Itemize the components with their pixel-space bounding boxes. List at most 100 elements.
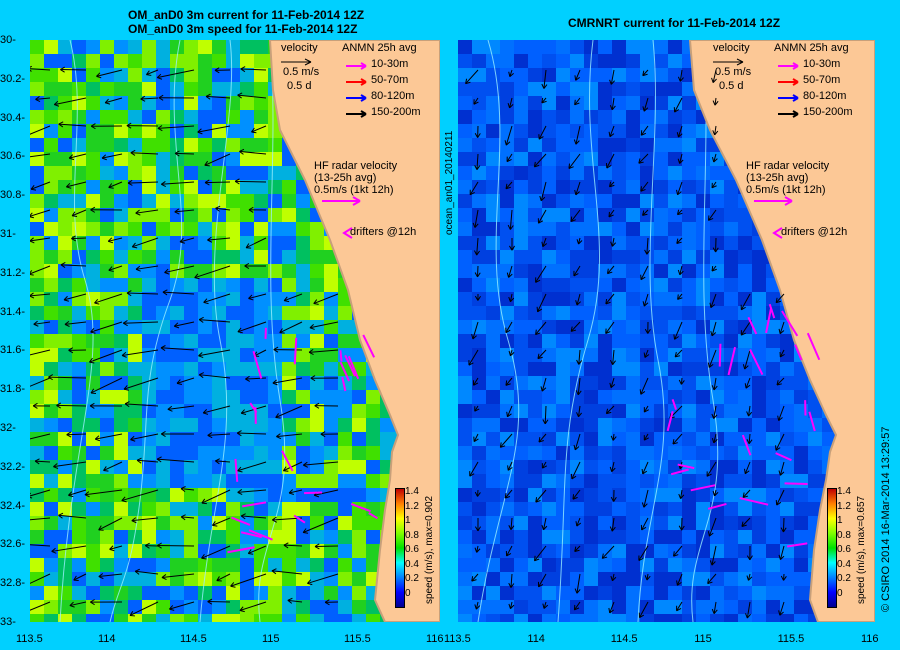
speed-cell: [198, 600, 212, 614]
speed-cell: [612, 614, 626, 622]
speed-cell: [612, 166, 626, 180]
speed-cell: [184, 320, 198, 334]
hf-radar-line2-r: (13-25h avg): [746, 172, 809, 184]
speed-cell: [766, 334, 780, 348]
speed-cell: [626, 124, 640, 138]
speed-cell: [198, 54, 212, 68]
speed-cell: [86, 418, 100, 432]
speed-cell: [724, 404, 738, 418]
speed-cell: [542, 54, 556, 68]
speed-cell: [142, 586, 156, 600]
speed-cell: [58, 334, 72, 348]
speed-cell: [156, 180, 170, 194]
speed-cell: [198, 558, 212, 572]
speed-cell: [44, 362, 58, 376]
speed-cell: [640, 348, 654, 362]
speed-cell: [472, 54, 486, 68]
speed-cell: [500, 166, 514, 180]
speed-cell: [170, 502, 184, 516]
speed-cell: [528, 376, 542, 390]
speed-cell: [780, 418, 794, 432]
speed-cell: [30, 236, 44, 250]
speed-cell: [584, 222, 598, 236]
speed-cell: [458, 222, 472, 236]
speed-cell: [514, 278, 528, 292]
speed-cell: [626, 194, 640, 208]
speed-cell: [114, 40, 128, 54]
speed-cell: [514, 516, 528, 530]
speed-cell: [696, 600, 710, 614]
speed-cell: [500, 474, 514, 488]
speed-cell: [338, 488, 352, 502]
speed-cell: [528, 96, 542, 110]
speed-cell: [366, 446, 380, 460]
speed-cell: [668, 40, 682, 54]
speed-cell: [184, 418, 198, 432]
speed-cell: [458, 110, 472, 124]
speed-cell: [352, 530, 366, 544]
speed-cell: [142, 194, 156, 208]
speed-cell: [324, 558, 338, 572]
speed-cell: [184, 446, 198, 460]
speed-cell: [724, 222, 738, 236]
right-map-panel[interactable]: [458, 40, 875, 622]
speed-cell: [44, 110, 58, 124]
speed-cell: [556, 236, 570, 250]
speed-cell: [668, 376, 682, 390]
speed-cell: [30, 194, 44, 208]
speed-cell: [212, 110, 226, 124]
speed-cell: [198, 68, 212, 82]
speed-cell: [212, 460, 226, 474]
speed-cell: [142, 432, 156, 446]
speed-cell: [612, 334, 626, 348]
speed-cell: [58, 208, 72, 222]
speed-cell: [542, 222, 556, 236]
speed-cell: [184, 68, 198, 82]
speed-cell: [542, 208, 556, 222]
speed-cell: [458, 572, 472, 586]
speed-cell: [282, 390, 296, 404]
speed-cell: [542, 250, 556, 264]
right-colorbar-label: speed (m/s), max=0.657: [856, 495, 867, 604]
speed-cell: [612, 446, 626, 460]
speed-cell: [612, 222, 626, 236]
speed-cell: [184, 250, 198, 264]
speed-cell: [640, 222, 654, 236]
speed-cell: [44, 418, 58, 432]
speed-cell: [128, 166, 142, 180]
speed-cell: [794, 502, 808, 516]
speed-cell: [338, 432, 352, 446]
speed-cell: [366, 502, 380, 516]
speed-cell: [58, 180, 72, 194]
speed-cell: [338, 614, 352, 622]
speed-cell: [100, 586, 114, 600]
speed-cell: [58, 152, 72, 166]
speed-cell: [226, 250, 240, 264]
speed-cell: [738, 250, 752, 264]
speed-cell: [198, 110, 212, 124]
speed-cell: [72, 306, 86, 320]
y-tick-label: -31.6: [0, 344, 26, 357]
speed-cell: [766, 488, 780, 502]
speed-cell: [472, 376, 486, 390]
speed-cell: [100, 194, 114, 208]
speed-cell: [570, 250, 584, 264]
speed-cell: [282, 600, 296, 614]
speed-cell: [458, 82, 472, 96]
speed-cell: [142, 502, 156, 516]
speed-cell: [226, 334, 240, 348]
speed-cell: [198, 460, 212, 474]
speed-cell: [170, 446, 184, 460]
speed-cell: [696, 516, 710, 530]
speed-cell: [514, 306, 528, 320]
speed-cell: [268, 306, 282, 320]
speed-cell: [30, 544, 44, 558]
speed-cell: [324, 418, 338, 432]
speed-cell: [338, 586, 352, 600]
speed-cell: [86, 488, 100, 502]
speed-cell: [296, 264, 310, 278]
left-map-panel[interactable]: [30, 40, 440, 622]
speed-cell: [30, 222, 44, 236]
speed-cell: [142, 166, 156, 180]
speed-cell: [486, 362, 500, 376]
